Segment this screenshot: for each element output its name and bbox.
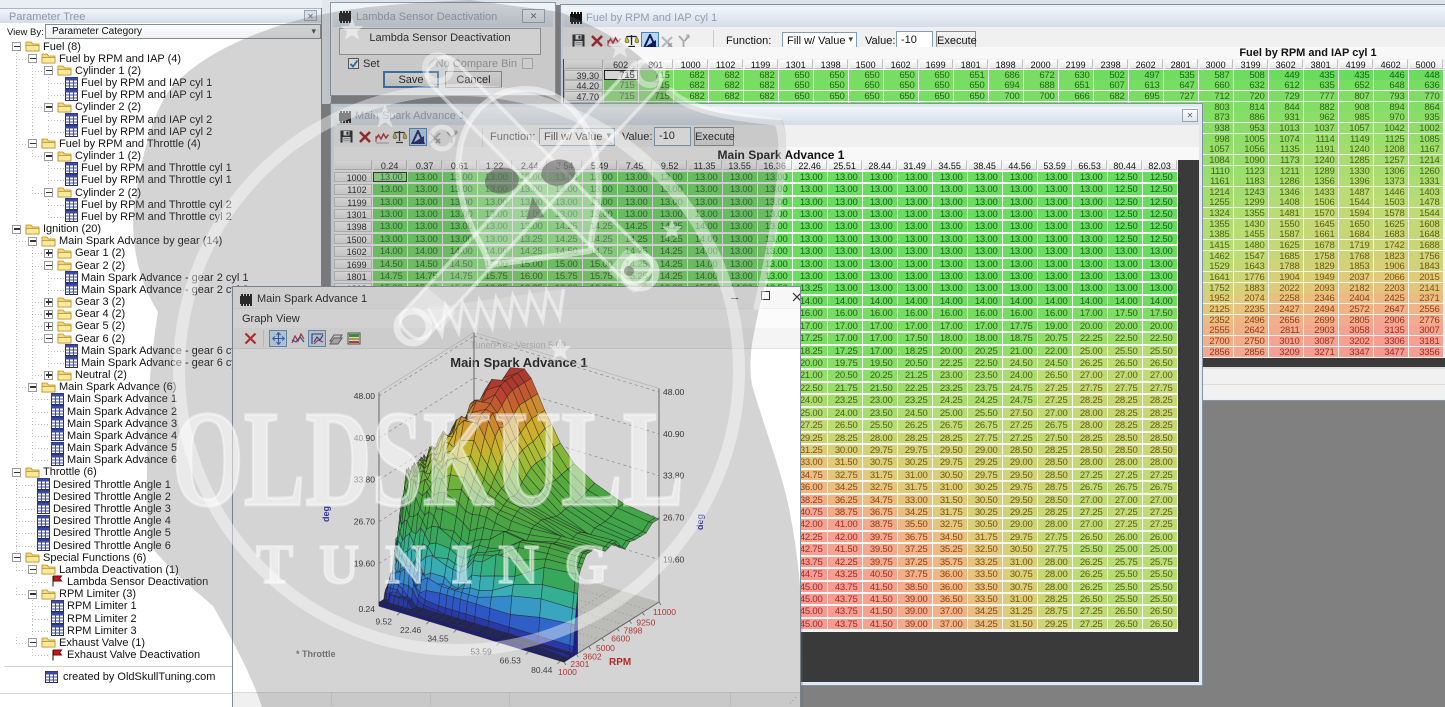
svg-text:TUNING: TUNING [256,534,636,596]
svg-text:OLDSKULL: OLDSKULL [172,382,684,535]
